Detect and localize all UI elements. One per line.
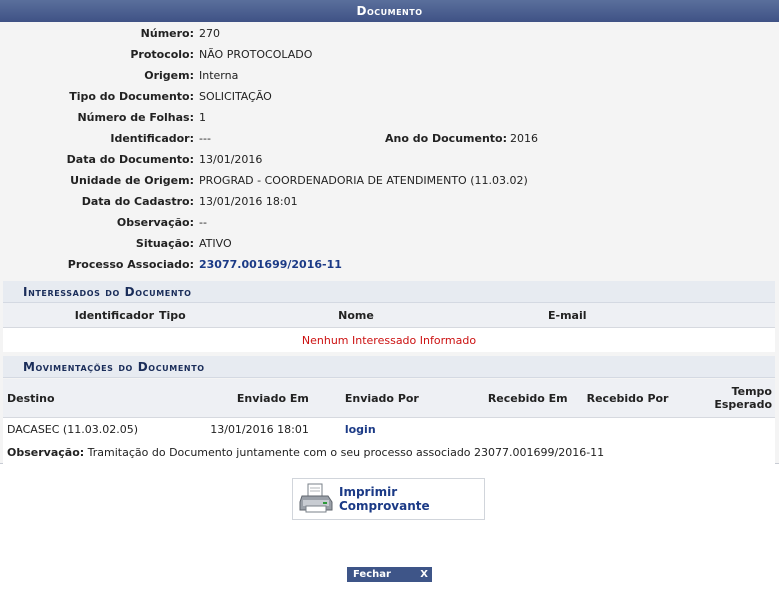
movimentacao-obs-cell: Observação: Tramitação do Documento junt… [3, 441, 775, 464]
movimentacoes-header-row: Destino Enviado Em Enviado Por Recebido … [3, 379, 775, 418]
numero-label: Número: [140, 27, 194, 40]
observacao-value: -- [199, 216, 207, 229]
tipo-value: SOLICITAÇÃO [199, 90, 272, 103]
col-nome: Nome [200, 303, 512, 328]
field-numero: Número: 270 [0, 24, 779, 44]
panel-caption: Documento [0, 0, 779, 22]
interessados-caption: Interessados do Documento [3, 281, 775, 303]
col-tipo: Tipo [158, 303, 200, 328]
folhas-value: 1 [199, 111, 206, 124]
data-documento-value: 13/01/2016 [199, 153, 263, 166]
col-destino: Destino [3, 379, 201, 418]
col-tempo-esperado: Tempo Esperado [713, 379, 775, 418]
field-tipo: Tipo do Documento: SOLICITAÇÃO [0, 87, 779, 107]
situacao-label: Situação: [135, 237, 194, 250]
protocolo-value: NÃO PROTOCOLADO [199, 48, 313, 61]
field-data-documento: Data do Documento: 13/01/2016 [0, 150, 779, 170]
movimentacao-row: DACASEC (11.03.02.05) 13/01/2016 18:01 l… [3, 418, 775, 442]
origem-label: Origem: [144, 69, 194, 82]
folhas-label: Número de Folhas: [77, 111, 194, 124]
col-email: E-mail [512, 303, 775, 328]
empty-message: Nenhum Interessado Informado [301, 333, 477, 347]
field-protocolo: Protocolo: NÃO PROTOCOLADO [0, 45, 779, 65]
identificador-value: --- [199, 132, 211, 145]
close-icon: X [420, 569, 428, 580]
documento-panel: Documento Número: 270 Protocolo: NÃO PRO… [0, 0, 779, 464]
situacao-value: ATIVO [199, 237, 232, 250]
interessados-empty-row: Nenhum Interessado Informado [3, 328, 775, 353]
movimentacao-obs-text: Tramitação do Documento juntamente com o… [87, 446, 605, 459]
field-unidade: Unidade de Origem: PROGRAD - COORDENADOR… [0, 171, 779, 191]
unidade-value: PROGRAD - COORDENADORIA DE ATENDIMENTO (… [199, 174, 528, 187]
movimentacao-obs-row: Observação: Tramitação do Documento junt… [3, 441, 775, 464]
movimentacoes-table: Destino Enviado Em Enviado Por Recebido … [3, 379, 775, 464]
observacao-label: Observação: [116, 216, 194, 229]
origem-value: Interna [199, 69, 239, 82]
fechar-button[interactable]: Fechar X [347, 567, 432, 582]
field-identificador: Identificador: --- Ano do Documento: 201… [0, 129, 779, 149]
unidade-label: Unidade de Origem: [70, 174, 194, 187]
processo-link[interactable]: 23077.001699/2016-11 [199, 255, 342, 275]
tempo-cell [713, 418, 775, 442]
col-recebido-por: Recebido Por [568, 379, 714, 418]
fechar-label: Fechar [353, 569, 391, 580]
destino-cell: DACASEC (11.03.02.05) [7, 423, 138, 436]
data-cadastro-label: Data do Cadastro: [81, 195, 194, 208]
field-processo: Processo Associado: 23077.001699/2016-11 [0, 255, 779, 275]
imprimir-comprovante-button[interactable]: Imprimir Comprovante [292, 478, 485, 520]
data-cadastro-value: 13/01/2016 18:01 [199, 195, 298, 208]
field-origem: Origem: Interna [0, 66, 779, 86]
movimentacao-obs-label: Observação: [7, 446, 85, 459]
numero-value: 270 [199, 27, 220, 40]
col-identificador: Identificador [3, 303, 158, 328]
recebido-em-cell [465, 418, 568, 442]
ano-value: 2016 [510, 132, 538, 145]
printer-icon [299, 482, 333, 517]
imprimir-label: Imprimir Comprovante [339, 485, 430, 513]
interessados-header-row: Identificador Tipo Nome E-mail [3, 303, 775, 328]
field-folhas: Número de Folhas: 1 [0, 108, 779, 128]
col-enviado-em: Enviado Em [200, 379, 313, 418]
field-data-cadastro: Data do Cadastro: 13/01/2016 18:01 [0, 192, 779, 212]
protocolo-label: Protocolo: [130, 48, 194, 61]
tipo-label: Tipo do Documento: [69, 90, 194, 103]
col-enviado-por: Enviado Por [312, 379, 466, 418]
ano-label: Ano do Documento: [385, 132, 507, 145]
field-situacao: Situação: ATIVO [0, 234, 779, 254]
field-observacao: Observação: -- [0, 213, 779, 233]
enviado-em-cell: 13/01/2016 18:01 [210, 423, 309, 436]
interessados-table: Identificador Tipo Nome E-mail Nenhum In… [3, 303, 775, 352]
movimentacoes-caption: Movimentações do Documento [3, 356, 775, 378]
recebido-por-cell [569, 418, 714, 442]
enviado-por-cell: login [313, 418, 466, 442]
col-recebido-em: Recebido Em [465, 379, 569, 418]
enviado-por-link[interactable]: login [345, 423, 376, 436]
data-documento-label: Data do Documento: [66, 153, 194, 166]
identificador-label: Identificador: [110, 132, 194, 145]
processo-label: Processo Associado: [67, 258, 194, 271]
